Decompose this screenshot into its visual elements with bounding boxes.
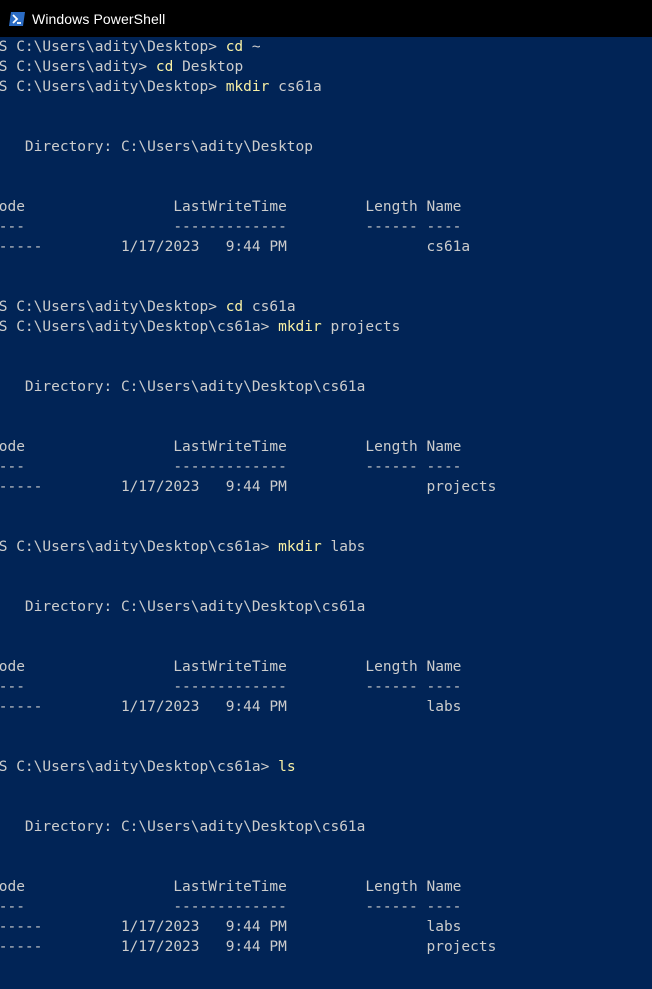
output-text: ---- ------------- ------ ----: [0, 899, 462, 915]
prompt-line: PS C:\Users\adity\Desktop\cs61a> mkdir l…: [0, 537, 652, 557]
output-text: d----- 1/17/2023 9:44 PM labs: [0, 699, 462, 715]
prompt-text: PS C:\Users\adity>: [0, 59, 156, 75]
output-text: ---- ------------- ------ ----: [0, 459, 462, 475]
window-title: Windows PowerShell: [32, 10, 166, 27]
command-args: cs61a: [243, 299, 296, 315]
prompt-text: PS C:\Users\adity\Desktop\cs61a>: [0, 539, 279, 555]
output-line: d----- 1/17/2023 9:44 PM labs: [0, 917, 652, 937]
command-name: mkdir: [278, 539, 322, 555]
output-line: d----- 1/17/2023 9:44 PM projects: [0, 477, 652, 497]
title-bar[interactable]: Windows PowerShell: [0, 0, 652, 37]
prompt-line: PS C:\Users\adity\Desktop> mkdir cs61a: [0, 77, 652, 97]
console-output[interactable]: PS C:\Users\adity\Desktop> cd ~ PS C:\Use…: [0, 37, 652, 989]
output-line: Directory: C:\Users\adity\Desktop: [0, 137, 652, 157]
output-text: Directory: C:\Users\adity\Desktop: [0, 139, 314, 155]
output-line: Directory: C:\Users\adity\Desktop\cs61a: [0, 377, 652, 397]
output-text: ---- ------------- ------ ----: [0, 219, 462, 235]
output-text: Directory: C:\Users\adity\Desktop\cs61a: [0, 819, 366, 835]
command-args: cs61a: [269, 79, 322, 95]
prompt-line: PS C:\Users\adity\Desktop\cs61a> ls: [0, 757, 652, 777]
output-text: Directory: C:\Users\adity\Desktop\cs61a: [0, 599, 366, 615]
prompt-line: PS C:\Users\adity\Desktop\cs61a> mkdir p…: [0, 317, 652, 337]
prompt-text: PS C:\Users\adity\Desktop\cs61a>: [0, 759, 279, 775]
prompt-text: PS C:\Users\adity\Desktop\cs61a>: [0, 319, 279, 335]
output-text: d----- 1/17/2023 9:44 PM cs61a: [0, 239, 471, 255]
output-text: Mode LastWriteTime Length Name: [0, 879, 462, 895]
output-line: ---- ------------- ------ ----: [0, 897, 652, 917]
prompt-text: PS C:\Users\adity\Desktop>: [0, 299, 226, 315]
output-line: Mode LastWriteTime Length Name: [0, 657, 652, 677]
output-line: d----- 1/17/2023 9:44 PM labs: [0, 697, 652, 717]
prompt-line: PS C:\Users\adity\Desktop> cd ~: [0, 37, 652, 57]
command-name: ls: [278, 759, 296, 775]
command-args: ~: [243, 39, 261, 55]
output-text: Mode LastWriteTime Length Name: [0, 439, 462, 455]
command-name: cd: [155, 59, 174, 75]
output-line: Directory: C:\Users\adity\Desktop\cs61a: [0, 597, 652, 617]
output-line: ---- ------------- ------ ----: [0, 457, 652, 477]
powershell-window: Windows PowerShell PS C:\Users\adity\Des…: [0, 0, 652, 989]
output-text: d----- 1/17/2023 9:44 PM projects: [0, 479, 497, 495]
output-text: d----- 1/17/2023 9:44 PM projects: [0, 939, 497, 955]
prompt-text: PS C:\Users\adity\Desktop>: [0, 79, 226, 95]
command-args: labs: [321, 539, 366, 555]
command-args: Desktop: [173, 59, 244, 75]
command-name: cd: [225, 299, 244, 315]
output-line: ---- ------------- ------ ----: [0, 217, 652, 237]
output-line: Mode LastWriteTime Length Name: [0, 877, 652, 897]
output-text: Mode LastWriteTime Length Name: [0, 199, 462, 215]
command-args: projects: [321, 319, 401, 335]
output-line: d----- 1/17/2023 9:44 PM cs61a: [0, 237, 652, 257]
output-text: ---- ------------- ------ ----: [0, 679, 462, 695]
prompt-text: PS C:\Users\adity\Desktop>: [0, 39, 226, 55]
output-line: Mode LastWriteTime Length Name: [0, 437, 652, 457]
output-line: Directory: C:\Users\adity\Desktop\cs61a: [0, 817, 652, 837]
command-name: mkdir: [278, 319, 322, 335]
output-line: ---- ------------- ------ ----: [0, 677, 652, 697]
output-text: Directory: C:\Users\adity\Desktop\cs61a: [0, 379, 366, 395]
output-line: d----- 1/17/2023 9:44 PM projects: [0, 937, 652, 957]
powershell-icon: [8, 10, 26, 28]
prompt-line: PS C:\Users\adity> cd Desktop: [0, 57, 652, 77]
prompt-line: PS C:\Users\adity\Desktop> cd cs61a: [0, 297, 652, 317]
command-name: cd: [225, 39, 244, 55]
output-text: Mode LastWriteTime Length Name: [0, 659, 462, 675]
output-text: d----- 1/17/2023 9:44 PM labs: [0, 919, 462, 935]
output-line: Mode LastWriteTime Length Name: [0, 197, 652, 217]
command-name: mkdir: [225, 79, 270, 95]
